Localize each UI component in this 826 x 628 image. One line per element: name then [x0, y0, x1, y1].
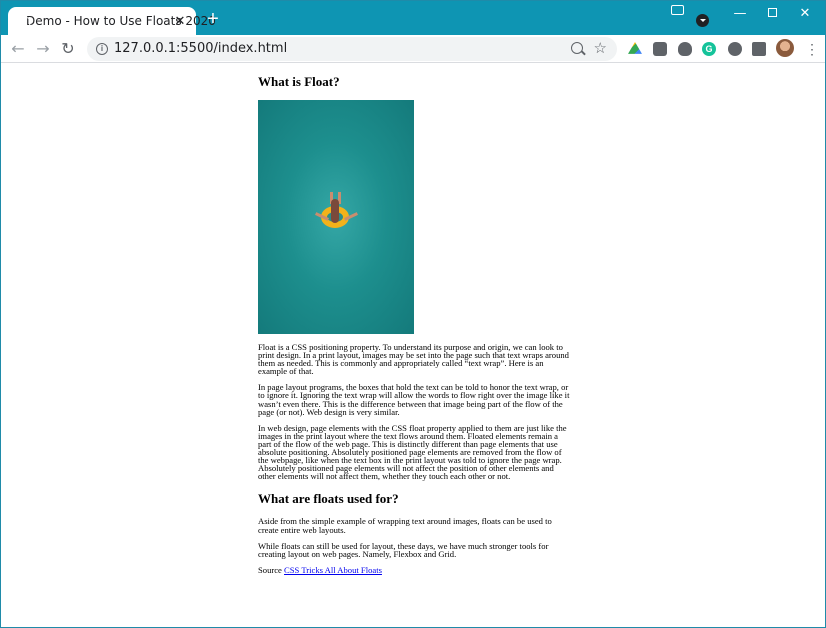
source-label: Source	[258, 564, 282, 575]
title-bar: Demo - How to Use Floats 2020 ✕ + — ✕	[1, 1, 825, 35]
heading-floats-used-for: What are floats used for?	[258, 491, 399, 507]
reload-icon[interactable]: ↻	[59, 40, 77, 58]
paragraph: Aside from the simple example of wrappin…	[258, 516, 552, 535]
page-content: What is Float? Float is a CSS positionin…	[258, 63, 570, 582]
avatar[interactable]	[776, 39, 794, 57]
grammarly-icon[interactable]: G	[702, 42, 716, 56]
browser-toolbar: ← → ↻ i 127.0.0.1:5500/index.html ☆ G ⋮	[1, 35, 825, 63]
forward-icon[interactable]: →	[34, 40, 52, 58]
profile-icon[interactable]	[696, 14, 709, 27]
back-icon[interactable]: ←	[9, 40, 27, 58]
url-text[interactable]: 127.0.0.1:5500/index.html	[114, 41, 287, 56]
paragraph: Float is a CSS positioning property. To …	[258, 342, 569, 377]
source-line: Source CSS Tricks All About Floats	[258, 564, 570, 575]
menu-icon[interactable]: ⋮	[805, 40, 819, 58]
info-icon[interactable]: i	[96, 43, 108, 55]
heading-what-is-float: What is Float?	[258, 74, 340, 89]
source-link[interactable]: CSS Tricks All About Floats	[284, 565, 382, 575]
browser-tab[interactable]: Demo - How to Use Floats 2020 ✕	[8, 7, 216, 35]
camera-icon[interactable]	[653, 42, 667, 56]
address-bar[interactable]: i 127.0.0.1:5500/index.html ☆	[87, 37, 617, 61]
minimize-button[interactable]: —	[728, 5, 752, 23]
bug-icon[interactable]	[678, 42, 692, 56]
maximize-icon	[767, 8, 777, 17]
maximize-button[interactable]	[760, 5, 784, 23]
drive-icon[interactable]	[628, 42, 642, 54]
puzzle-icon[interactable]	[752, 42, 766, 56]
paragraph: In page layout programs, the boxes that …	[258, 382, 570, 417]
browser-window: Demo - How to Use Floats 2020 ✕ + — ✕ ← …	[0, 0, 826, 628]
paragraph: While floats can still be used for layou…	[258, 540, 549, 559]
star-icon[interactable]: ☆	[594, 39, 607, 57]
swimmer	[331, 199, 339, 223]
close-icon[interactable]: ✕	[172, 13, 188, 29]
zoom-icon[interactable]	[571, 42, 583, 54]
pool-image	[258, 100, 414, 334]
paragraph: In web design, page elements with the CS…	[258, 422, 567, 482]
circle-icon[interactable]	[728, 42, 742, 56]
new-tab-button[interactable]: +	[204, 9, 222, 29]
close-window-button[interactable]: ✕	[793, 5, 817, 23]
cast-icon[interactable]	[671, 5, 684, 15]
